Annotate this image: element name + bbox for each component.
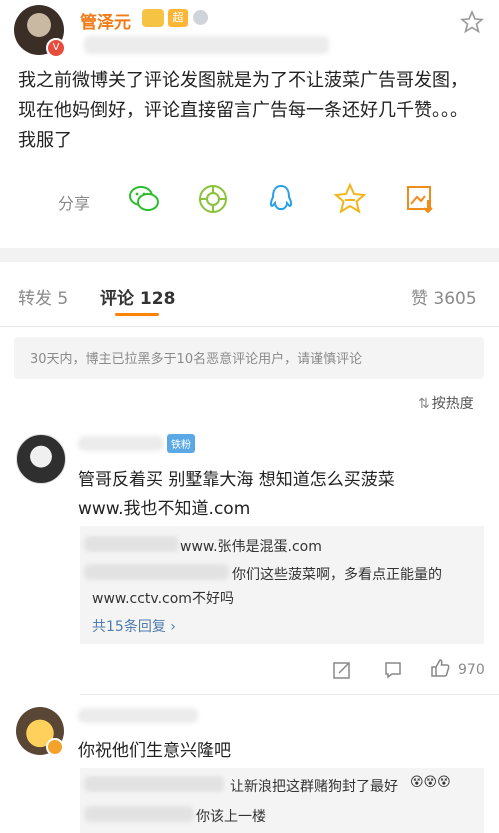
tab-likes[interactable]: 赞 3605 [411, 284, 477, 309]
reply-text: www.张伟是混蛋.com [180, 539, 322, 555]
sort-label: 按热度 [431, 396, 474, 412]
vip-badge-icon [142, 9, 164, 27]
view-replies-link[interactable]: 共15条回复 › [92, 616, 176, 636]
level-badge: 超 [168, 9, 188, 27]
reply-user-redacted [84, 564, 229, 580]
verified-badge-icon: V [46, 38, 66, 58]
comment-text-line1: 管哥反着买 别墅靠大海 想知道怎么买菠菜 [78, 470, 395, 490]
commenter-name-redacted [78, 708, 198, 723]
reply-user-redacted [84, 536, 179, 552]
reply-text: 让新浪把这群赌狗封了最好 [230, 779, 398, 795]
author-name[interactable]: 管泽元 [80, 8, 131, 33]
reply-user-redacted [84, 776, 224, 792]
comment-text: 你祝他们生意兴隆吧 [78, 741, 231, 761]
like-count: 970 [458, 662, 485, 678]
medal-icon [193, 10, 208, 25]
tab-active-indicator [115, 313, 159, 316]
like-icon[interactable] [429, 657, 451, 679]
post-text: 我之前微博关了评论发图就是为了不让菠菜广告哥发图，现在他妈倒好，评论直接留言广告… [18, 70, 468, 151]
moments-icon[interactable] [196, 182, 230, 216]
qzone-star-icon[interactable] [333, 182, 367, 216]
save-image-icon[interactable] [403, 182, 437, 216]
comment-text-line2: www.我也不知道.com [78, 499, 251, 519]
tab-repost[interactable]: 转发 5 [18, 284, 68, 309]
sort-icon: ⇅ [418, 396, 430, 412]
post-meta-redacted [84, 36, 329, 54]
reply-text: 你们这些菠菜啊，多看点正能量的 [232, 567, 442, 583]
reply-text-cont: www.cctv.com不好吗 [92, 591, 234, 607]
wechat-icon[interactable] [127, 182, 161, 216]
section-divider [0, 248, 499, 262]
verified-badge-icon [46, 738, 64, 756]
comment-icon[interactable] [383, 660, 403, 680]
commenter-avatar[interactable] [16, 434, 66, 484]
repost-icon[interactable] [332, 660, 352, 680]
sort-by-hot[interactable]: ⇅ 按热度 [418, 393, 474, 413]
reply-user-redacted [84, 806, 194, 822]
notice-text: 30天内，博主已拉黑多于10名恶意评论用户，请谨慎评论 [30, 352, 363, 367]
share-label: 分享 [58, 194, 91, 213]
qq-icon[interactable] [264, 182, 298, 216]
comment-divider [80, 694, 499, 695]
emoji-icon: 😵😵😵 [410, 775, 451, 790]
tabs-divider [0, 326, 499, 327]
reply-text: 你该上一楼 [196, 809, 266, 825]
commenter-name-redacted [78, 436, 164, 451]
fan-badge: 铁粉 [167, 434, 195, 453]
comment-notice: 30天内，博主已拉黑多于10名恶意评论用户，请谨慎评论 [14, 337, 484, 379]
star-favorite-icon[interactable] [460, 10, 484, 34]
tab-comments[interactable]: 评论 128 [100, 284, 175, 309]
